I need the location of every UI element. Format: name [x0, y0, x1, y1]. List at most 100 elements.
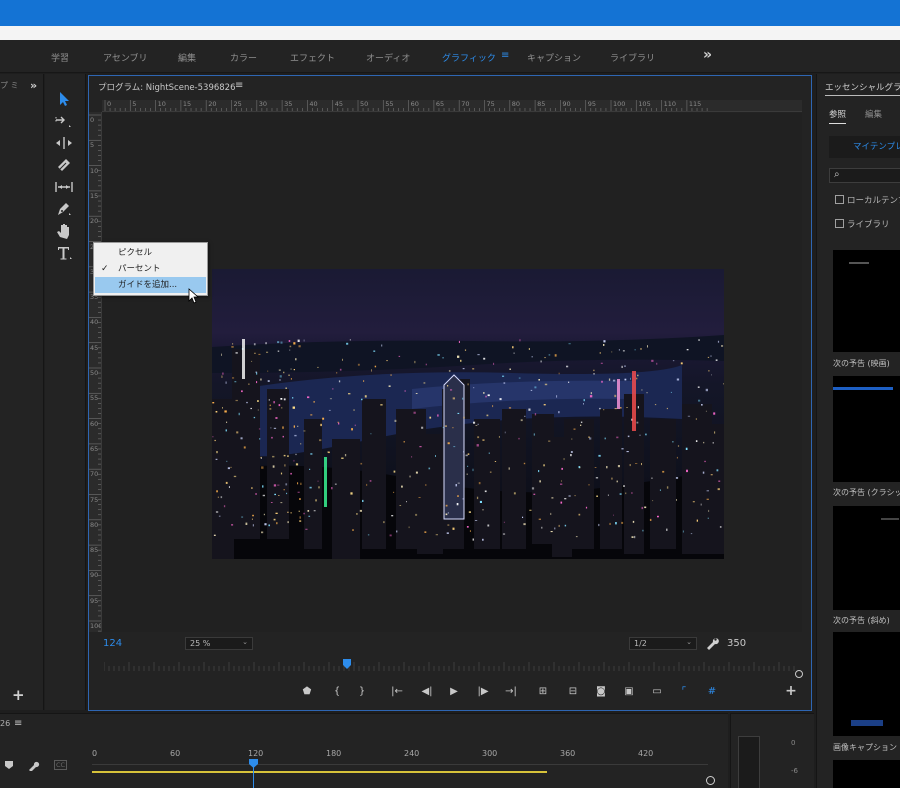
- ruler-label: 65: [90, 444, 99, 453]
- playback-resolution-value: 1/2: [634, 639, 647, 648]
- timeline-settings-wrench-icon[interactable]: [28, 759, 40, 771]
- settings-wrench-icon[interactable]: [705, 636, 719, 653]
- rulers-toggle-button[interactable]: ⌜: [676, 686, 692, 700]
- panel-menu-icon[interactable]: ≡: [14, 718, 22, 729]
- ruler-label: 80: [511, 100, 521, 108]
- workspace-tab-assembly[interactable]: アセンブリ: [103, 51, 148, 64]
- ruler-label: 35: [284, 100, 293, 108]
- project-panel: プ ミ » +: [0, 74, 44, 710]
- playhead-timecode[interactable]: 124: [103, 638, 122, 649]
- workspace-tab-color[interactable]: カラー: [230, 51, 257, 64]
- marker-icon[interactable]: [4, 760, 14, 770]
- lift-button[interactable]: ⊞: [535, 686, 551, 700]
- mark-out-button[interactable]: }: [354, 686, 370, 700]
- panel-menu-icon[interactable]: ≡: [235, 80, 243, 91]
- program-monitor-title[interactable]: プログラム: NightScene-5396826: [98, 81, 236, 93]
- horizontal-ruler[interactable]: 0 5 10 15 20 25 30 35 40 45 50 55 60 65 70 75 80 85 90 95 10…: [102, 100, 802, 112]
- comparison-view-button[interactable]: ▣: [621, 686, 637, 700]
- type-tool-icon[interactable]: [54, 244, 74, 262]
- extract-button[interactable]: ⊟: [565, 686, 581, 700]
- template-thumbnail[interactable]: [833, 376, 900, 482]
- add-marker-button[interactable]: ⬟: [299, 686, 315, 700]
- tab-edit[interactable]: 編集: [865, 108, 882, 120]
- title-bar: [0, 0, 900, 26]
- mark-in-button[interactable]: {: [329, 686, 345, 700]
- sequence-tab[interactable]: 26: [0, 719, 10, 728]
- vertical-ruler[interactable]: 0510152025303540455055606570758085909510…: [89, 112, 102, 632]
- template-thumbnail[interactable]: [833, 506, 900, 610]
- workspace-tab-libraries[interactable]: ライブラリ: [610, 51, 655, 64]
- zoom-level-select[interactable]: 25 % ⌄: [185, 637, 253, 650]
- work-area-bar[interactable]: [92, 771, 547, 773]
- template-label: 画像キャプション: [833, 743, 897, 752]
- zoom-scroll-handle[interactable]: [706, 776, 715, 785]
- chevron-down-icon: ⌄: [242, 638, 248, 646]
- menu-item-label: ピクセル: [118, 248, 153, 258]
- workspace-tab-learn[interactable]: 学習: [51, 51, 69, 64]
- menu-item-percent[interactable]: ✓ パーセント: [95, 261, 206, 277]
- tab-browse[interactable]: 参照: [829, 108, 847, 124]
- workspace-tab-audio[interactable]: オーディオ: [366, 51, 410, 64]
- ruler-label: 0: [107, 100, 112, 108]
- ruler-label: 50: [360, 100, 369, 108]
- my-templates-button[interactable]: マイテンプレート: [829, 136, 900, 158]
- ripple-edit-tool-icon[interactable]: [54, 134, 74, 152]
- chevron-down-icon: ⌄: [686, 638, 692, 646]
- template-thumbnail[interactable]: [833, 760, 900, 788]
- selection-tool-icon[interactable]: [54, 90, 74, 108]
- scrubber-end-handle[interactable]: [794, 669, 804, 679]
- meter-scale-label: 0: [791, 739, 796, 747]
- audio-meter-panel: 0 -6: [730, 713, 814, 788]
- timeline-tick-label: 60: [170, 749, 181, 758]
- add-control-button[interactable]: +: [783, 683, 799, 699]
- hand-tool-icon[interactable]: [54, 222, 74, 240]
- ruler-label: 15: [90, 191, 99, 200]
- checkbox-box: [835, 195, 844, 204]
- ruler-label: 115: [688, 100, 702, 108]
- monitor-playhead[interactable]: [342, 659, 352, 672]
- captions-toggle-icon[interactable]: CC: [54, 760, 68, 770]
- meter-scale-label: -6: [791, 767, 798, 775]
- scrubber-ticks: [104, 662, 795, 671]
- ruler-label: 70: [90, 470, 99, 479]
- workspace-overflow-icon[interactable]: »: [703, 47, 712, 63]
- go-to-out-button[interactable]: →|: [503, 686, 519, 700]
- panel-overflow-icon[interactable]: »: [30, 79, 37, 92]
- go-to-in-button[interactable]: |←: [389, 686, 405, 700]
- ruler-label: 70: [461, 100, 470, 108]
- pen-tool-icon[interactable]: [54, 200, 74, 218]
- template-thumbnail[interactable]: [833, 632, 900, 736]
- timeline-tick-label: 240: [404, 749, 420, 758]
- project-panel-title[interactable]: プ ミ: [0, 80, 19, 91]
- export-frame-button[interactable]: ◙: [593, 686, 609, 700]
- play-button[interactable]: ▶: [446, 686, 462, 700]
- step-back-button[interactable]: ◀|: [419, 686, 435, 700]
- ruler-label: 55: [385, 100, 394, 108]
- workspace-menu-icon[interactable]: ≡: [501, 50, 509, 61]
- template-thumbnail[interactable]: [833, 250, 900, 352]
- essential-graphics-panel: エッセンシャルグラフィックス 参照 編集 マイテンプレート ⌕ ローカルテンプレ…: [816, 74, 900, 788]
- menu-item-pixels[interactable]: ピクセル: [95, 245, 206, 261]
- add-item-icon[interactable]: +: [12, 686, 25, 704]
- guides-toggle-button[interactable]: #: [704, 686, 720, 700]
- playback-resolution-select[interactable]: 1/2 ⌄: [629, 637, 697, 650]
- track-select-tool-icon[interactable]: [54, 112, 74, 130]
- essential-graphics-title[interactable]: エッセンシャルグラフィックス: [825, 81, 900, 96]
- slip-tool-icon[interactable]: [54, 178, 74, 196]
- libraries-checkbox[interactable]: ライブラリ: [835, 218, 890, 230]
- step-forward-button[interactable]: |▶: [475, 686, 491, 700]
- safe-margins-button[interactable]: ▭: [649, 686, 665, 700]
- search-icon: ⌕: [834, 169, 840, 180]
- template-search-input[interactable]: ⌕: [829, 168, 900, 183]
- workspace-tab-editing[interactable]: 編集: [178, 51, 196, 64]
- program-canvas[interactable]: [102, 113, 802, 632]
- razor-tool-icon[interactable]: [54, 156, 74, 174]
- timeline-tick-label: 300: [482, 749, 498, 758]
- video-frame-night-city: [212, 269, 724, 559]
- checkbox-label: ライブラリ: [847, 220, 890, 230]
- workspace-tab-effects[interactable]: エフェクト: [290, 51, 335, 64]
- ruler-label: 5: [90, 141, 95, 150]
- local-templates-checkbox[interactable]: ローカルテンプレート: [835, 194, 900, 206]
- workspace-tab-captions[interactable]: キャプション: [527, 51, 581, 64]
- workspace-tab-graphics[interactable]: グラフィック: [442, 51, 496, 64]
